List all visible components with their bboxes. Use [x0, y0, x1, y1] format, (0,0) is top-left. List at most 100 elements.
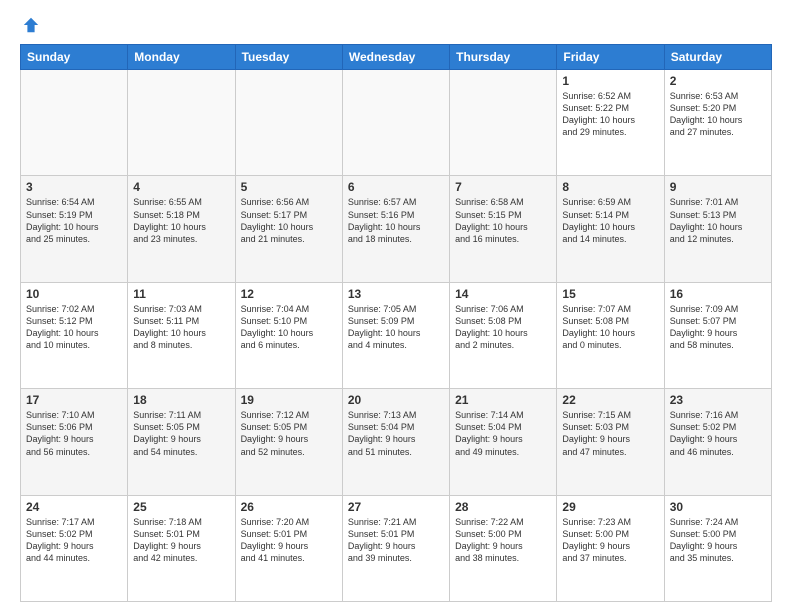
logo-icon [22, 16, 40, 34]
weekday-header-thursday: Thursday [450, 45, 557, 70]
calendar-cell: 28 Sunrise: 7:22 AM Sunset: 5:00 PM Dayli… [450, 495, 557, 601]
day-info: Sunrise: 7:11 AM Sunset: 5:05 PM Dayligh… [133, 409, 229, 458]
calendar-cell: 6Sunrise: 6:57 AM Sunset: 5:16 PM Daylig… [342, 176, 449, 282]
calendar-cell: 29Sunrise: 7:23 AM Sunset: 5:00 PM Dayli… [557, 495, 664, 601]
calendar-cell: 18 Sunrise: 7:11 AM Sunset: 5:05 PM Dayli… [128, 389, 235, 495]
day-number: 24 [26, 500, 122, 514]
day-number: 22 [562, 393, 658, 407]
calendar-cell: 23 Sunrise: 7:16 AM Sunset: 5:02 PM Dayli… [664, 389, 771, 495]
day-info: Sunrise: 6:56 AM Sunset: 5:17 PM Dayligh… [241, 196, 337, 245]
day-number: 21 [455, 393, 551, 407]
day-info: Sunrise: 7:09 AM Sunset: 5:07 PM Dayligh… [670, 303, 766, 352]
calendar-cell: 30Sunrise: 7:24 AM Sunset: 5:00 PM Dayli… [664, 495, 771, 601]
calendar-cell: 3 Sunrise: 6:54 AM Sunset: 5:19 PM Daylig… [21, 176, 128, 282]
weekday-header-row: SundayMondayTuesdayWednesdayThursdayFrid… [21, 45, 772, 70]
day-info: Sunrise: 7:18 AM Sunset: 5:01 PM Dayligh… [133, 516, 229, 565]
calendar-cell: 11 Sunrise: 7:03 AM Sunset: 5:11 PM Dayli… [128, 282, 235, 388]
day-info: Sunrise: 6:58 AM Sunset: 5:15 PM Dayligh… [455, 196, 551, 245]
day-number: 5 [241, 180, 337, 194]
calendar-cell: 20 Sunrise: 7:13 AM Sunset: 5:04 PM Dayli… [342, 389, 449, 495]
day-info: Sunrise: 7:22 AM Sunset: 5:00 PM Dayligh… [455, 516, 551, 565]
day-info: Sunrise: 7:05 AM Sunset: 5:09 PM Dayligh… [348, 303, 444, 352]
calendar-cell: 19 Sunrise: 7:12 AM Sunset: 5:05 PM Dayli… [235, 389, 342, 495]
day-info: Sunrise: 7:13 AM Sunset: 5:04 PM Dayligh… [348, 409, 444, 458]
calendar-cell [128, 70, 235, 176]
day-info: Sunrise: 7:10 AM Sunset: 5:06 PM Dayligh… [26, 409, 122, 458]
day-number: 9 [670, 180, 766, 194]
weekday-header-friday: Friday [557, 45, 664, 70]
day-number: 20 [348, 393, 444, 407]
day-number: 1 [562, 74, 658, 88]
day-number: 17 [26, 393, 122, 407]
calendar-cell [450, 70, 557, 176]
calendar-cell [342, 70, 449, 176]
calendar-cell: 13 Sunrise: 7:05 AM Sunset: 5:09 PM Dayli… [342, 282, 449, 388]
day-number: 19 [241, 393, 337, 407]
week-row-2: 3 Sunrise: 6:54 AM Sunset: 5:19 PM Daylig… [21, 176, 772, 282]
day-info: Sunrise: 7:03 AM Sunset: 5:11 PM Dayligh… [133, 303, 229, 352]
weekday-header-sunday: Sunday [21, 45, 128, 70]
calendar-cell: 14 Sunrise: 7:06 AM Sunset: 5:08 PM Dayli… [450, 282, 557, 388]
day-info: Sunrise: 7:04 AM Sunset: 5:10 PM Dayligh… [241, 303, 337, 352]
day-info: Sunrise: 7:02 AM Sunset: 5:12 PM Dayligh… [26, 303, 122, 352]
day-info: Sunrise: 7:06 AM Sunset: 5:08 PM Dayligh… [455, 303, 551, 352]
day-number: 18 [133, 393, 229, 407]
weekday-header-wednesday: Wednesday [342, 45, 449, 70]
calendar-cell: 24 Sunrise: 7:17 AM Sunset: 5:02 PM Dayli… [21, 495, 128, 601]
day-info: Sunrise: 6:55 AM Sunset: 5:18 PM Dayligh… [133, 196, 229, 245]
calendar-cell: 26 Sunrise: 7:20 AM Sunset: 5:01 PM Dayli… [235, 495, 342, 601]
day-number: 26 [241, 500, 337, 514]
day-info: Sunrise: 7:12 AM Sunset: 5:05 PM Dayligh… [241, 409, 337, 458]
day-info: Sunrise: 7:15 AM Sunset: 5:03 PM Dayligh… [562, 409, 658, 458]
day-info: Sunrise: 6:52 AM Sunset: 5:22 PM Dayligh… [562, 90, 658, 139]
calendar-cell: 10 Sunrise: 7:02 AM Sunset: 5:12 PM Dayli… [21, 282, 128, 388]
calendar-cell: 22 Sunrise: 7:15 AM Sunset: 5:03 PM Dayli… [557, 389, 664, 495]
day-info: Sunrise: 6:54 AM Sunset: 5:19 PM Dayligh… [26, 196, 122, 245]
week-row-5: 24 Sunrise: 7:17 AM Sunset: 5:02 PM Dayli… [21, 495, 772, 601]
day-number: 27 [348, 500, 444, 514]
calendar-table: SundayMondayTuesdayWednesdayThursdayFrid… [20, 44, 772, 602]
day-number: 4 [133, 180, 229, 194]
day-info: Sunrise: 7:21 AM Sunset: 5:01 PM Dayligh… [348, 516, 444, 565]
weekday-header-saturday: Saturday [664, 45, 771, 70]
day-number: 11 [133, 287, 229, 301]
day-info: Sunrise: 7:17 AM Sunset: 5:02 PM Dayligh… [26, 516, 122, 565]
day-number: 2 [670, 74, 766, 88]
day-number: 14 [455, 287, 551, 301]
calendar-cell: 1 Sunrise: 6:52 AM Sunset: 5:22 PM Daylig… [557, 70, 664, 176]
calendar-cell [235, 70, 342, 176]
calendar-cell: 16Sunrise: 7:09 AM Sunset: 5:07 PM Dayli… [664, 282, 771, 388]
header [20, 16, 772, 34]
calendar-cell: 15 Sunrise: 7:07 AM Sunset: 5:08 PM Dayli… [557, 282, 664, 388]
calendar-cell: 8Sunrise: 6:59 AM Sunset: 5:14 PM Daylig… [557, 176, 664, 282]
day-number: 3 [26, 180, 122, 194]
day-number: 12 [241, 287, 337, 301]
day-info: Sunrise: 7:20 AM Sunset: 5:01 PM Dayligh… [241, 516, 337, 565]
week-row-4: 17 Sunrise: 7:10 AM Sunset: 5:06 PM Dayli… [21, 389, 772, 495]
day-number: 15 [562, 287, 658, 301]
calendar-cell: 4 Sunrise: 6:55 AM Sunset: 5:18 PM Daylig… [128, 176, 235, 282]
day-number: 23 [670, 393, 766, 407]
logo [20, 16, 40, 34]
day-number: 25 [133, 500, 229, 514]
calendar-cell: 2Sunrise: 6:53 AM Sunset: 5:20 PM Daylig… [664, 70, 771, 176]
weekday-header-monday: Monday [128, 45, 235, 70]
day-info: Sunrise: 7:23 AM Sunset: 5:00 PM Dayligh… [562, 516, 658, 565]
calendar-cell: 21 Sunrise: 7:14 AM Sunset: 5:04 PM Dayli… [450, 389, 557, 495]
day-number: 28 [455, 500, 551, 514]
calendar-cell: 12 Sunrise: 7:04 AM Sunset: 5:10 PM Dayli… [235, 282, 342, 388]
day-number: 13 [348, 287, 444, 301]
day-info: Sunrise: 7:16 AM Sunset: 5:02 PM Dayligh… [670, 409, 766, 458]
page: SundayMondayTuesdayWednesdayThursdayFrid… [0, 0, 792, 612]
day-number: 8 [562, 180, 658, 194]
calendar-cell: 5 Sunrise: 6:56 AM Sunset: 5:17 PM Daylig… [235, 176, 342, 282]
calendar-cell: 17 Sunrise: 7:10 AM Sunset: 5:06 PM Dayli… [21, 389, 128, 495]
weekday-header-tuesday: Tuesday [235, 45, 342, 70]
day-number: 7 [455, 180, 551, 194]
calendar-cell: 7 Sunrise: 6:58 AM Sunset: 5:15 PM Daylig… [450, 176, 557, 282]
day-number: 10 [26, 287, 122, 301]
day-info: Sunrise: 7:07 AM Sunset: 5:08 PM Dayligh… [562, 303, 658, 352]
week-row-3: 10 Sunrise: 7:02 AM Sunset: 5:12 PM Dayli… [21, 282, 772, 388]
week-row-1: 1 Sunrise: 6:52 AM Sunset: 5:22 PM Daylig… [21, 70, 772, 176]
day-info: Sunrise: 7:14 AM Sunset: 5:04 PM Dayligh… [455, 409, 551, 458]
